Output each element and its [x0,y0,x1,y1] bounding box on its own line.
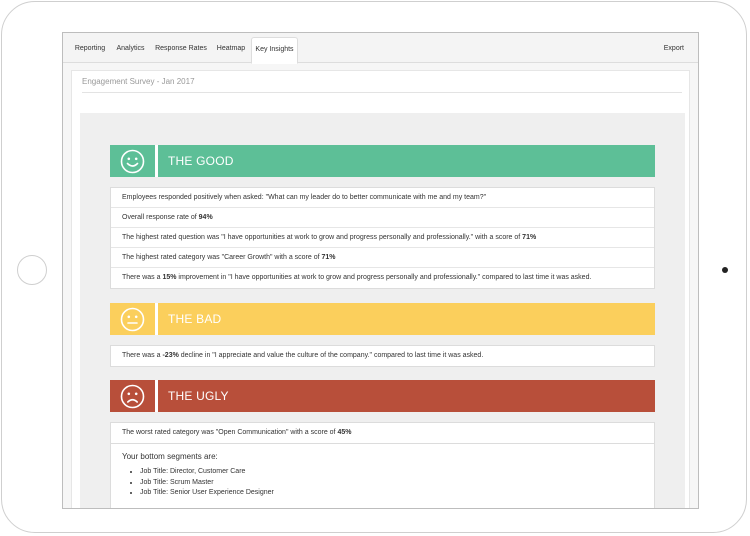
ugly-insights-list: The worst rated category was "Open Commu… [110,422,655,444]
segment-item: Job Title: Scrum Master [140,478,274,489]
report-panel: Engagement Survey - Jan 2017 THE GOOD Em… [71,70,690,508]
good-face [110,145,155,177]
insight-text: The highest rated category was "Career G… [122,254,322,261]
tab-reporting[interactable]: Reporting [71,37,109,63]
insight-text: decline in "I appreciate and value the c… [178,352,484,359]
bad-face [110,303,155,335]
frown-icon [120,384,145,409]
export-button[interactable]: Export [664,37,684,61]
title-divider [82,92,682,93]
insight-row: There was a 15% improvement in "I have o… [111,268,654,288]
good-header: THE GOOD [110,145,655,177]
insight-value: 71% [522,234,537,241]
bad-insights-list: There was a -23% decline in "I appreciat… [110,345,655,367]
tab-response-rates[interactable]: Response Rates [153,37,209,63]
insight-text: improvement in "I have opportunities at … [176,274,592,281]
insight-row: The worst rated category was "Open Commu… [111,423,654,443]
app-screen: Reporting Analytics Response Rates Heatm… [62,32,699,509]
band-separator [155,303,158,335]
segment-item: Job Title: Senior User Experience Design… [140,488,274,499]
tab-key-insights[interactable]: Key Insights [251,37,298,64]
insight-text: Overall response rate of [122,214,199,221]
insight-text: There was a [122,352,163,359]
insight-row: The highest rated category was "Career G… [111,248,654,268]
segments-title: Your bottom segments are: [122,452,218,461]
good-heading: THE GOOD [168,154,234,168]
insight-text: Employees responded positively when aske… [122,194,487,201]
insight-value: -23% [162,352,179,359]
tablet-frame: Reporting Analytics Response Rates Heatm… [1,1,747,533]
insight-text: The highest rated question was "I have o… [122,234,523,241]
insight-text: The worst rated category was "Open Commu… [122,429,338,436]
insight-row: There was a -23% decline in "I appreciat… [111,346,654,366]
insight-value: 45% [337,429,352,436]
segments-list: Job Title: Director, Customer CareJob Ti… [122,467,274,499]
bottom-segments-panel: Your bottom segments are: Job Title: Dir… [110,443,655,508]
tablet-home-button[interactable] [17,255,47,285]
page-title: Engagement Survey - Jan 2017 [82,77,195,86]
ugly-face [110,380,155,412]
insight-row: The highest rated question was "I have o… [111,228,654,248]
smile-icon [120,149,145,174]
bad-header: THE BAD [110,303,655,335]
insight-row: Overall response rate of 94% [111,208,654,228]
nav-tabs: Reporting Analytics Response Rates Heatm… [63,33,698,64]
insight-value: 71% [321,254,336,261]
tab-heatmap[interactable]: Heatmap [213,37,249,63]
insight-text: There was a [122,274,163,281]
ugly-heading: THE UGLY [168,389,229,403]
tablet-camera [722,267,728,273]
insight-row: Employees responded positively when aske… [111,188,654,208]
insight-value: 15% [162,274,177,281]
ugly-header: THE UGLY [110,380,655,412]
insight-value: 94% [198,214,213,221]
band-separator [155,145,158,177]
good-insights-list: Employees responded positively when aske… [110,187,655,289]
segment-item: Job Title: Director, Customer Care [140,467,274,478]
tab-analytics[interactable]: Analytics [113,37,148,63]
band-separator [155,380,158,412]
bad-heading: THE BAD [168,312,222,326]
neutral-face-icon [120,307,145,332]
